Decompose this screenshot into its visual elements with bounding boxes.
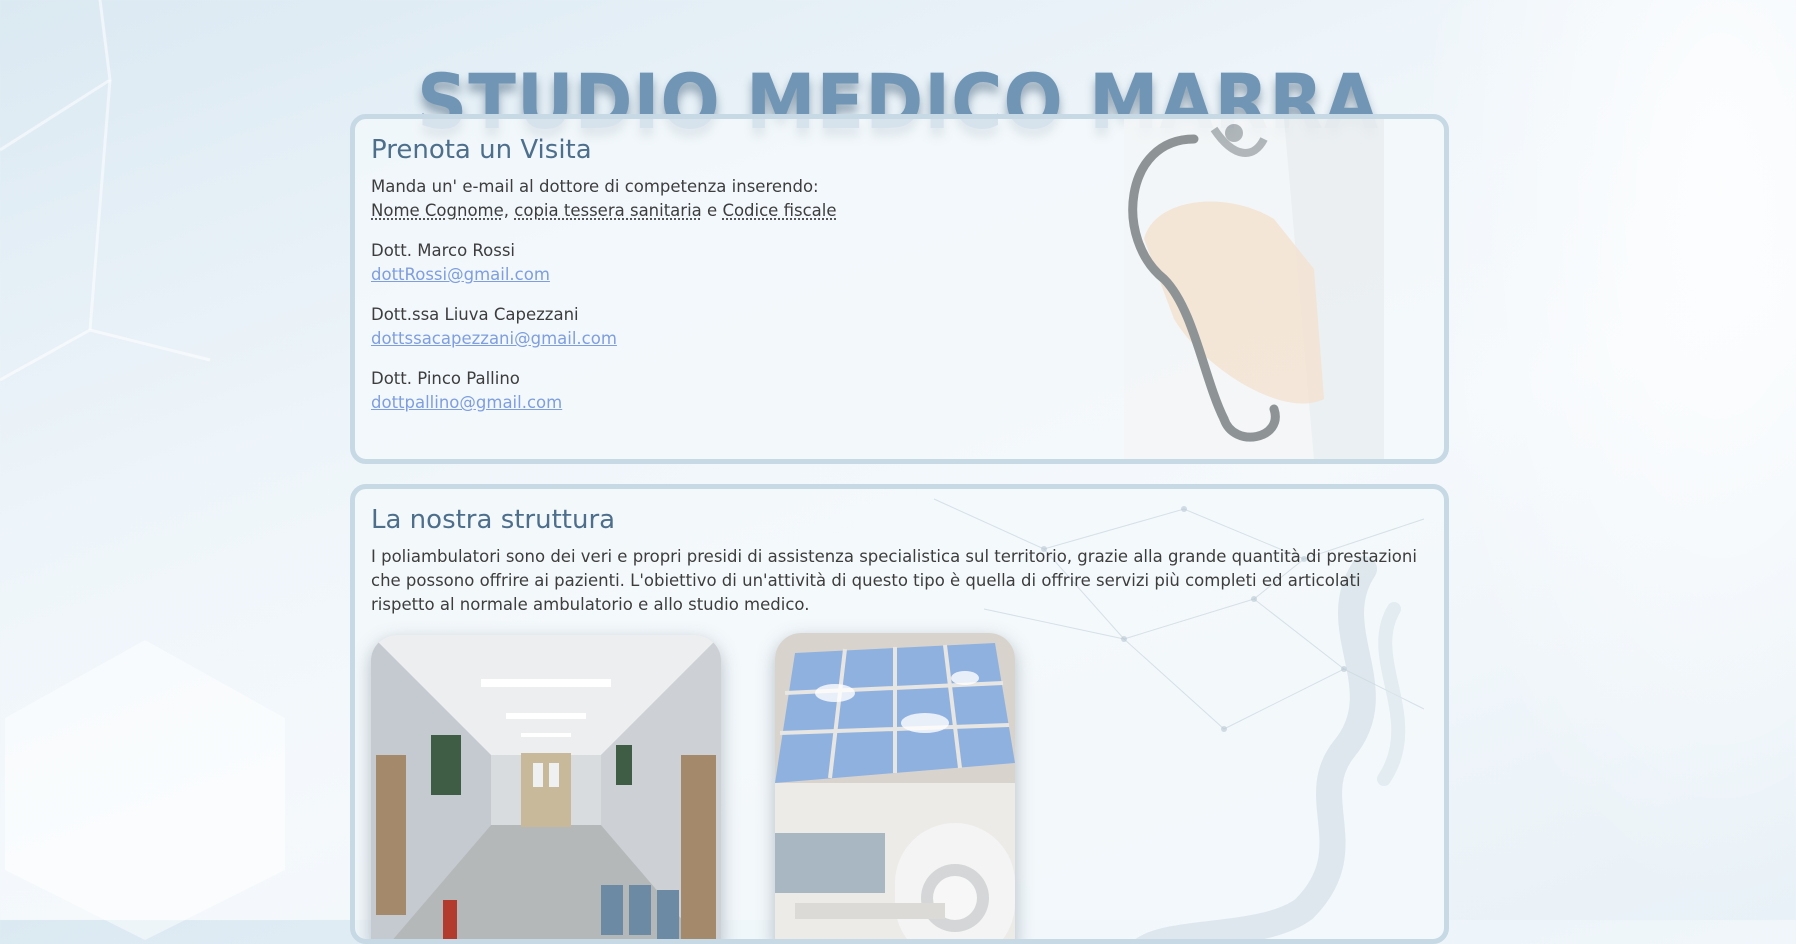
structure-photos: [371, 635, 1428, 944]
doctor-name: Dott. Pinco Pallino: [371, 367, 1428, 391]
doctor-email-link[interactable]: dottpallino@gmail.com: [371, 391, 562, 415]
requirement-name: Nome Cognome: [371, 201, 504, 220]
doctor-name: Dott. Marco Rossi: [371, 239, 1428, 263]
doctor-email-link[interactable]: dottRossi@gmail.com: [371, 263, 550, 287]
structure-card: La nostra struttura I poliambulatori son…: [350, 484, 1449, 944]
mri-room-photo: [775, 633, 1015, 944]
requirement-fiscal-code: Codice fiscale: [722, 201, 836, 220]
doctor-name: Dott.ssa Liuva Capezzani: [371, 303, 1428, 327]
doctor-entry: Dott.ssa Liuva Capezzani dottssacapezzan…: [371, 303, 1428, 351]
doctor-email-link[interactable]: dottssacapezzani@gmail.com: [371, 327, 617, 351]
doctor-entry: Dott. Pinco Pallino dottpallino@gmail.co…: [371, 367, 1428, 415]
requirement-separator: ,: [504, 201, 515, 220]
hospital-hallway-photo: [371, 635, 721, 944]
structure-heading: La nostra struttura: [371, 505, 1428, 535]
requirement-separator: e: [702, 201, 723, 220]
structure-description: I poliambulatori sono dei veri e propri …: [371, 545, 1428, 617]
requirement-health-card: copia tessera sanitaria: [514, 201, 702, 220]
booking-intro-text: Manda un' e-mail al dottore di competenz…: [371, 177, 819, 196]
booking-intro: Manda un' e-mail al dottore di competenz…: [371, 175, 1428, 223]
doctor-entry: Dott. Marco Rossi dottRossi@gmail.com: [371, 239, 1428, 287]
background-hexagon-decoration: [0, 640, 290, 940]
booking-heading: Prenota un Visita: [371, 135, 1428, 165]
booking-card: Prenota un Visita Manda un' e-mail al do…: [350, 114, 1449, 464]
